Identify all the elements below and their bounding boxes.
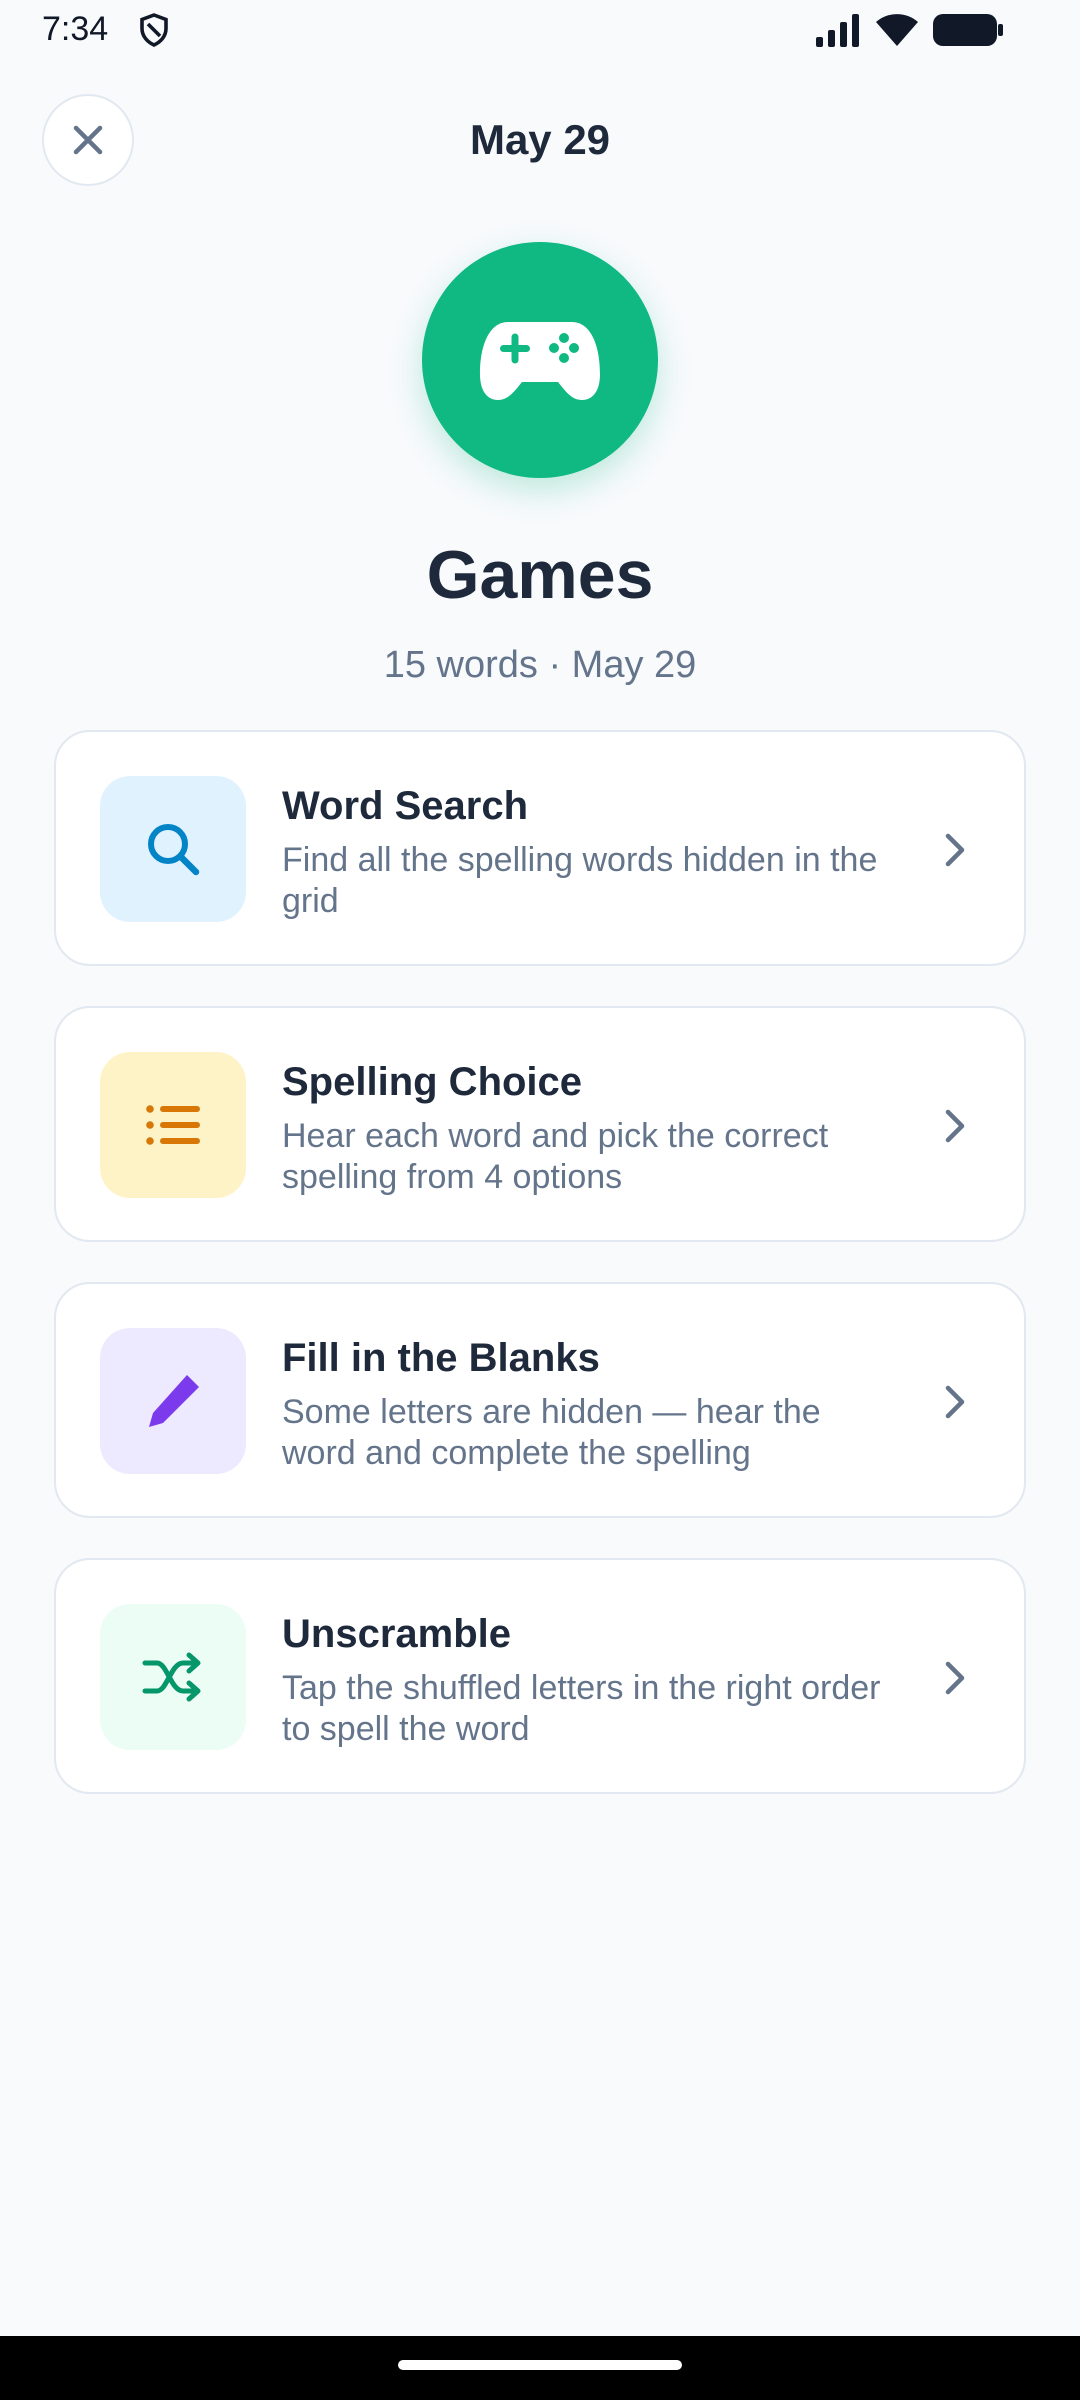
navigation-bar xyxy=(0,2336,1080,2400)
status-time: 7:34 xyxy=(42,10,109,48)
header: May 29 xyxy=(0,90,1080,190)
game-icon-box xyxy=(100,1604,246,1750)
game-text: Unscramble Tap the shuffled letters in t… xyxy=(282,1610,902,1750)
chevron-right-icon xyxy=(945,1661,965,1695)
game-title: Fill in the Blanks xyxy=(282,1336,600,1380)
shield-icon xyxy=(140,13,168,47)
game-card-unscramble[interactable]: Unscramble Tap the shuffled letters in t… xyxy=(54,1558,1026,1794)
page-subtitle: 15 words · May 29 xyxy=(383,644,697,686)
game-description: Tap the shuffled letters in the right or… xyxy=(282,1669,881,1748)
wifi-icon xyxy=(876,14,918,46)
search-icon xyxy=(148,824,200,876)
status-bar: 7:34 xyxy=(0,0,1080,60)
game-card-spelling-choice[interactable]: Spelling Choice Hear each word and pick … xyxy=(54,1006,1026,1242)
chevron-right-icon xyxy=(945,833,965,867)
home-indicator[interactable] xyxy=(398,2360,682,2370)
game-icon-box xyxy=(100,1328,246,1474)
page-title: Games xyxy=(426,537,654,613)
game-title: Word Search xyxy=(282,784,528,828)
game-description: Some letters are hidden — hear the word … xyxy=(282,1393,821,1472)
game-title: Spelling Choice xyxy=(282,1060,583,1104)
game-card-word-search[interactable]: Word Search Find all the spelling words … xyxy=(54,730,1026,966)
battery-icon xyxy=(933,14,1003,46)
signal-icon xyxy=(816,14,859,47)
game-text: Spelling Choice Hear each word and pick … xyxy=(282,1058,902,1198)
game-card-fill-in-the-blanks[interactable]: Fill in the Blanks Some letters are hidd… xyxy=(54,1282,1026,1518)
header-title: May 29 xyxy=(469,116,611,163)
games-hero-icon xyxy=(422,242,658,478)
game-description: Find all the spelling words hidden in th… xyxy=(282,841,878,920)
game-title: Unscramble xyxy=(282,1612,511,1656)
game-icon-box xyxy=(100,776,246,922)
game-description: Hear each word and pick the correct spel… xyxy=(282,1117,829,1196)
game-icon-box xyxy=(100,1052,246,1198)
chevron-right-icon xyxy=(945,1385,965,1419)
status-indicators xyxy=(814,12,1004,48)
gamepad-icon xyxy=(480,322,600,400)
list-icon xyxy=(146,1105,200,1145)
games-list: Word Search Find all the spelling words … xyxy=(54,730,1026,1834)
game-text: Word Search Find all the spelling words … xyxy=(282,782,902,922)
pencil-icon xyxy=(149,1375,199,1427)
chevron-right-icon xyxy=(945,1109,965,1143)
shuffle-icon xyxy=(142,1652,201,1702)
game-text: Fill in the Blanks Some letters are hidd… xyxy=(282,1334,902,1474)
